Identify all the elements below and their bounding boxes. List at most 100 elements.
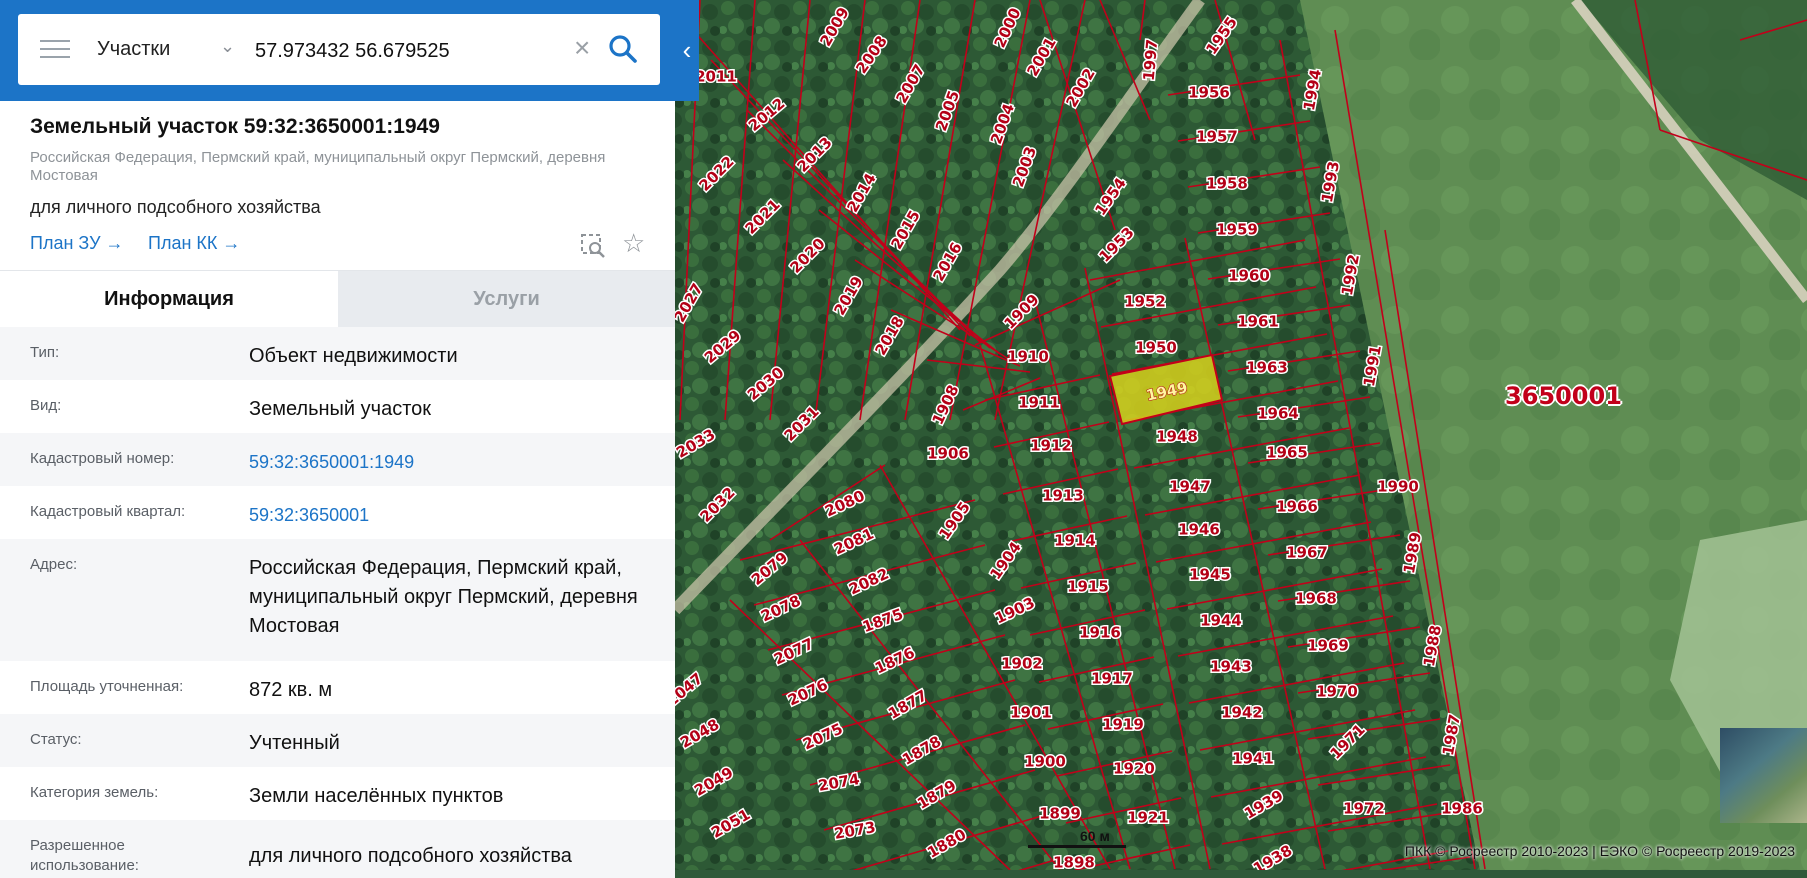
close-icon[interactable]: × <box>574 33 590 63</box>
plot-label[interactable]: 1969 <box>1306 635 1351 656</box>
plot-label[interactable]: 1945 <box>1188 564 1233 585</box>
cadastral-number-link[interactable]: 59:32:3650001:1949 <box>249 448 659 477</box>
field-value: Учтенный <box>249 732 340 754</box>
plot-label[interactable]: 1958 <box>1205 173 1250 194</box>
plot-label[interactable]: 1946 <box>1177 519 1222 540</box>
star-icon[interactable]: ☆ <box>622 228 645 259</box>
search-bar-strip: Участки ⌄ × ‹ <box>0 0 699 101</box>
map-scale: 60 м <box>1028 828 1126 848</box>
field-value: Земельный участок <box>249 398 432 420</box>
plot-label[interactable]: 1920 <box>1112 758 1157 779</box>
plan-kk-link[interactable]: План КК → <box>148 233 240 254</box>
field-value: для личного подсобного хозяйства <box>249 845 572 867</box>
field-row-cadastral-number: Кадастровый номер: 59:32:3650001:1949 <box>0 433 675 486</box>
field-row-permitted-use: Разрешенное использование: для личного п… <box>0 820 675 878</box>
show-on-map-icon[interactable] <box>580 233 606 259</box>
field-value: Объект недвижимости <box>249 345 458 367</box>
plot-label[interactable]: 1967 <box>1285 542 1330 563</box>
plot-label[interactable]: 1959 <box>1215 219 1260 240</box>
plot-label[interactable]: 1965 <box>1265 442 1310 463</box>
plot-label[interactable]: 1902 <box>1000 653 1045 674</box>
object-permitted-use: для личного подсобного хозяйства <box>30 197 321 217</box>
field-value: Земли населённых пунктов <box>249 785 504 807</box>
plot-label[interactable]: 1966 <box>1275 496 1320 517</box>
scale-bar <box>1028 845 1126 848</box>
field-label: Разрешенное использование: <box>30 837 139 874</box>
plot-label[interactable]: 1915 <box>1066 576 1111 597</box>
plot-label[interactable]: 1961 <box>1236 311 1281 332</box>
search-input[interactable] <box>253 32 557 70</box>
plot-label[interactable]: 1964 <box>1256 403 1301 424</box>
plot-label[interactable]: 1906 <box>926 443 971 464</box>
collapse-panel-chevron-left-icon[interactable]: ‹ <box>675 30 699 70</box>
field-row-status: Статус: Учтенный <box>0 714 675 767</box>
plot-label[interactable]: 1941 <box>1231 748 1276 769</box>
plot-label[interactable]: 1914 <box>1053 530 1098 551</box>
field-label: Тип: <box>30 344 60 361</box>
plot-label[interactable]: 2011 <box>694 66 739 87</box>
info-panel: Земельный участок 59:32:3650001:1949 Рос… <box>0 101 675 878</box>
plot-label[interactable]: 1910 <box>1006 346 1051 367</box>
chevron-down-icon[interactable]: ⌄ <box>220 36 235 57</box>
plot-label[interactable]: 1916 <box>1078 622 1123 643</box>
field-row-address: Адрес: Российская Федерация, Пермский кр… <box>0 539 675 661</box>
plot-label[interactable]: 1913 <box>1041 485 1086 506</box>
plan-zu-link[interactable]: План ЗУ → <box>30 233 124 254</box>
plot-label[interactable]: 1901 <box>1009 702 1054 723</box>
hamburger-menu-icon[interactable] <box>40 40 70 62</box>
map-attribution: ПКК © Росреестр 2010-2023 | ЕЭКО © Росре… <box>1404 843 1795 859</box>
plot-label[interactable]: 1947 <box>1168 476 1213 497</box>
field-label: Статус: <box>30 731 82 748</box>
field-value: Российская Федерация, Пермский край, мун… <box>249 557 638 637</box>
plot-label[interactable]: 1944 <box>1199 610 1244 631</box>
field-label: Площадь уточненная: <box>30 678 184 695</box>
plot-label[interactable]: 1911 <box>1017 392 1062 413</box>
search-box: Участки ⌄ × <box>18 14 660 85</box>
plot-label[interactable]: 1917 <box>1090 668 1135 689</box>
plot-label[interactable]: 1972 <box>1342 798 1387 819</box>
field-row-land-category: Категория земель: Земли населённых пункт… <box>0 767 675 820</box>
scale-label: 60 м <box>1080 828 1110 844</box>
field-label: Адрес: <box>30 556 78 573</box>
tabs: Информация Услуги <box>0 270 675 328</box>
object-address: Российская Федерация, Пермский край, мун… <box>30 149 606 184</box>
field-row-kind: Вид: Земельный участок <box>0 380 675 433</box>
field-row-area: Площадь уточненная: 872 кв. м <box>0 661 675 714</box>
plot-label[interactable]: 1948 <box>1155 426 1200 447</box>
plot-label[interactable]: 1899 <box>1038 803 1083 824</box>
plot-label[interactable]: 1963 <box>1245 357 1290 378</box>
plot-label[interactable]: 1898 <box>1052 852 1097 871</box>
cadastral-quarter-link[interactable]: 59:32:3650001 <box>249 501 659 530</box>
field-row-type: Тип: Объект недвижимости <box>0 327 675 380</box>
tab-info[interactable]: Информация <box>0 271 338 328</box>
plot-label[interactable]: 1952 <box>1123 291 1168 312</box>
tab-services[interactable]: Услуги <box>338 271 675 328</box>
plot-label[interactable]: 1970 <box>1315 681 1360 702</box>
plot-label[interactable]: 1997 <box>1138 37 1163 83</box>
attribute-table: Тип: Объект недвижимости Вид: Земельный … <box>0 327 675 878</box>
plot-label[interactable]: 1968 <box>1294 588 1339 609</box>
plot-label[interactable]: 1990 <box>1376 476 1421 497</box>
minimap[interactable] <box>1720 728 1807 823</box>
plot-label[interactable]: 1919 <box>1101 714 1146 735</box>
plot-label[interactable]: 1921 <box>1126 807 1171 828</box>
field-label: Кадастровый номер: <box>30 450 175 467</box>
plot-label[interactable]: 1956 <box>1187 82 1232 103</box>
plot-label[interactable]: 1943 <box>1209 656 1254 677</box>
cadastral-quarter-label: 3650001 <box>1505 382 1622 410</box>
plot-label[interactable]: 1900 <box>1023 751 1068 772</box>
plot-label[interactable]: 1957 <box>1195 126 1240 147</box>
field-label: Кадастровый квартал: <box>30 503 186 520</box>
plot-label[interactable]: 1960 <box>1227 265 1272 286</box>
field-label: Вид: <box>30 397 62 414</box>
search-icon[interactable] <box>608 34 638 64</box>
plot-label[interactable]: 1986 <box>1440 798 1485 819</box>
plot-label[interactable]: 1942 <box>1220 702 1265 723</box>
layer-select[interactable]: Участки <box>97 38 170 61</box>
plot-label[interactable]: 1912 <box>1029 435 1074 456</box>
plot-label[interactable]: 1950 <box>1134 337 1179 358</box>
field-value: 872 кв. м <box>249 679 333 701</box>
field-row-cadastral-quarter: Кадастровый квартал: 59:32:3650001 <box>0 486 675 539</box>
object-title: Земельный участок 59:32:3650001:1949 <box>30 115 440 138</box>
field-label: Категория земель: <box>30 784 159 801</box>
